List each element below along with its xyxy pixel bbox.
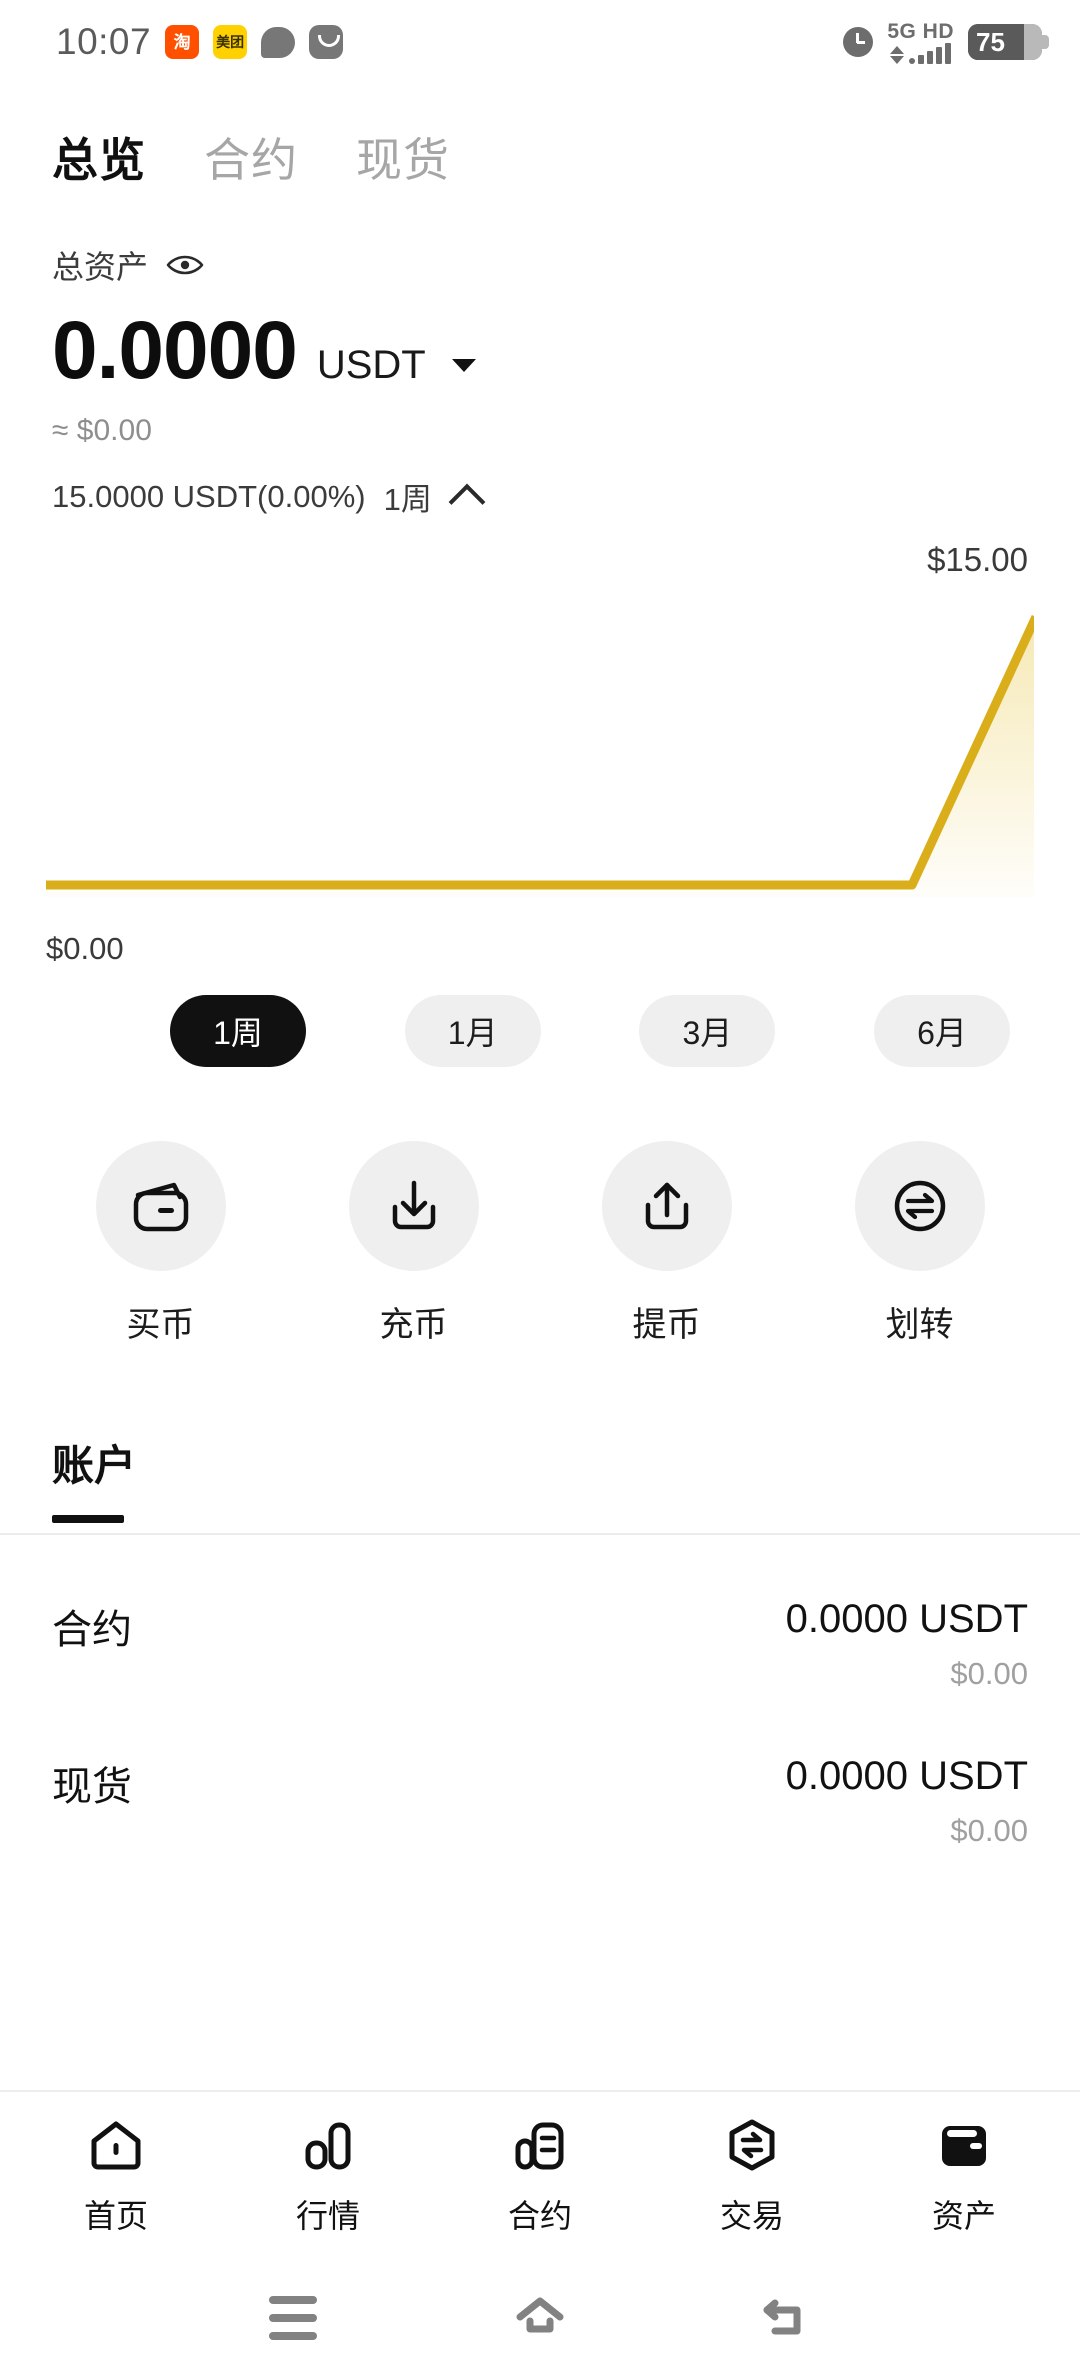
chevron-down-icon[interactable] (451, 359, 476, 372)
system-navigation-bar (0, 2260, 1080, 2376)
contract-icon (512, 2115, 568, 2177)
nav-assets-label: 资产 (931, 2198, 996, 2234)
action-buy-crypto[interactable]: 买币 (71, 1141, 251, 1346)
network-indicator: 5G HD (887, 21, 954, 64)
account-name-spot: 现货 (52, 1765, 132, 1809)
app-badge-icon (309, 25, 344, 59)
account-values-spot: 0.0000 USDT $0.00 (786, 1754, 1028, 1849)
active-section-indicator (52, 1515, 124, 1523)
period-selector: 1周 1月 3月 6月 (0, 961, 1080, 1067)
status-bar: 10:07 淘 美团 5G HD 75 (0, 0, 1080, 84)
action-deposit[interactable]: 充币 (324, 1141, 504, 1346)
status-bar-left: 10:07 淘 美团 (56, 21, 344, 63)
quick-actions: 买币 充币 提币 划转 (0, 1067, 1080, 1346)
tab-futures[interactable]: 合约 (204, 124, 298, 190)
back-button[interactable] (752, 2288, 822, 2348)
action-withdraw-label: 提币 (632, 1306, 701, 1344)
deposit-download-icon (348, 1141, 479, 1271)
assets-wallet-icon (936, 2115, 992, 2177)
total-asset-amount: 0.0000 (52, 305, 298, 396)
account-name-futures: 合约 (52, 1608, 132, 1652)
signal-bars-icon (909, 42, 952, 64)
top-tab-bar: 总览 合约 现货 (0, 84, 1080, 190)
action-buy-crypto-label: 买币 (126, 1306, 195, 1344)
uplink-icon (890, 45, 905, 54)
chart-min-label: $0.00 (46, 931, 124, 966)
period-chip-1w[interactable]: 1周 (170, 995, 306, 1067)
battery-icon: 75 (968, 24, 1049, 60)
bottom-navigation-bar: 首页 行情 合约 交易 资产 (0, 2090, 1080, 2260)
nav-trade-label: 交易 (719, 2198, 784, 2234)
account-amount-spot: 0.0000 USDT (785, 1754, 1028, 1798)
app-screen: 10:07 淘 美团 5G HD 75 总览 合约 现货 总资产 0.0000 … (0, 0, 1080, 2376)
taobao-icon: 淘 (165, 25, 200, 59)
action-transfer[interactable]: 划转 (830, 1141, 1010, 1346)
action-withdraw[interactable]: 提币 (577, 1141, 757, 1346)
table-row[interactable]: 现货 0.0000 USDT $0.00 (0, 1692, 1080, 1849)
markets-bars-icon (300, 2115, 356, 2177)
meituan-icon: 美团 (213, 25, 248, 59)
transfer-swap-icon (854, 1141, 985, 1271)
withdraw-upload-icon (601, 1141, 732, 1271)
period-chip-6m[interactable]: 6月 (874, 995, 1011, 1067)
trade-hexagon-swap-icon (724, 2115, 780, 2177)
nav-home-label: 首页 (83, 2198, 148, 2234)
total-asset-value-row: 0.0000 USDT (52, 310, 1028, 392)
downlink-icon (890, 55, 905, 64)
accounts-section-header: 账户 (0, 1432, 1080, 1523)
status-time: 10:07 (56, 21, 152, 62)
nav-assets[interactable]: 资产 (869, 2115, 1059, 2237)
eye-icon[interactable] (166, 253, 204, 277)
nav-markets-label: 行情 (295, 2198, 360, 2234)
total-asset-label-row: 总资产 (52, 242, 1028, 288)
account-amount-futures: 0.0000 USDT (785, 1597, 1028, 1641)
tab-overview[interactable]: 总览 (52, 124, 146, 190)
home-icon (88, 2115, 144, 2177)
alarm-clock-icon (843, 27, 874, 57)
asset-summary: 总资产 0.0000 USDT ≈ $0.00 15.0000 USDT(0.0… (0, 190, 1080, 520)
home-outline-icon (516, 2297, 564, 2333)
chart-plot (46, 615, 1034, 897)
account-usd-futures: $0.00 (950, 1656, 1028, 1691)
account-usd-spot: $0.00 (950, 1813, 1028, 1848)
chevron-up-icon[interactable] (448, 483, 486, 520)
nav-futures-label: 合约 (507, 2198, 572, 2234)
total-asset-label: 总资产 (52, 249, 149, 285)
page-title: 账户 (52, 1442, 137, 1489)
nav-futures[interactable]: 合约 (445, 2115, 635, 2237)
wallet-icon (95, 1141, 226, 1271)
action-transfer-label: 划转 (885, 1306, 954, 1344)
battery-percent: 75 (976, 26, 1005, 57)
period-chip-1m[interactable]: 1月 (404, 995, 541, 1067)
status-bar-right: 5G HD 75 (843, 21, 1049, 64)
back-arrow-icon (763, 2299, 801, 2335)
tab-spot[interactable]: 现货 (356, 124, 450, 190)
message-bubble-icon (261, 26, 296, 58)
total-asset-unit: USDT (316, 343, 426, 387)
asset-chart: $15.00 $0.00 (0, 541, 1080, 966)
nav-home[interactable]: 首页 (21, 2115, 211, 2237)
action-deposit-label: 充币 (379, 1306, 448, 1344)
home-button[interactable] (505, 2288, 575, 2348)
total-asset-approx: ≈ $0.00 (52, 414, 152, 447)
chart-max-label: $15.00 (927, 541, 1028, 578)
menu-icon (269, 2296, 318, 2340)
nav-markets[interactable]: 行情 (233, 2115, 423, 2237)
asset-change-period: 1周 (383, 482, 432, 517)
asset-change-row[interactable]: 15.0000 USDT(0.00%) 1周 (52, 474, 1028, 520)
period-chip-3m[interactable]: 3月 (639, 995, 776, 1067)
table-row[interactable]: 合约 0.0000 USDT $0.00 (0, 1535, 1080, 1692)
asset-change-value: 15.0000 USDT(0.00%) (52, 478, 366, 514)
recents-button[interactable] (258, 2288, 328, 2348)
account-values-futures: 0.0000 USDT $0.00 (786, 1597, 1028, 1692)
network-label: 5G HD (887, 19, 954, 43)
nav-trade[interactable]: 交易 (657, 2115, 847, 2237)
